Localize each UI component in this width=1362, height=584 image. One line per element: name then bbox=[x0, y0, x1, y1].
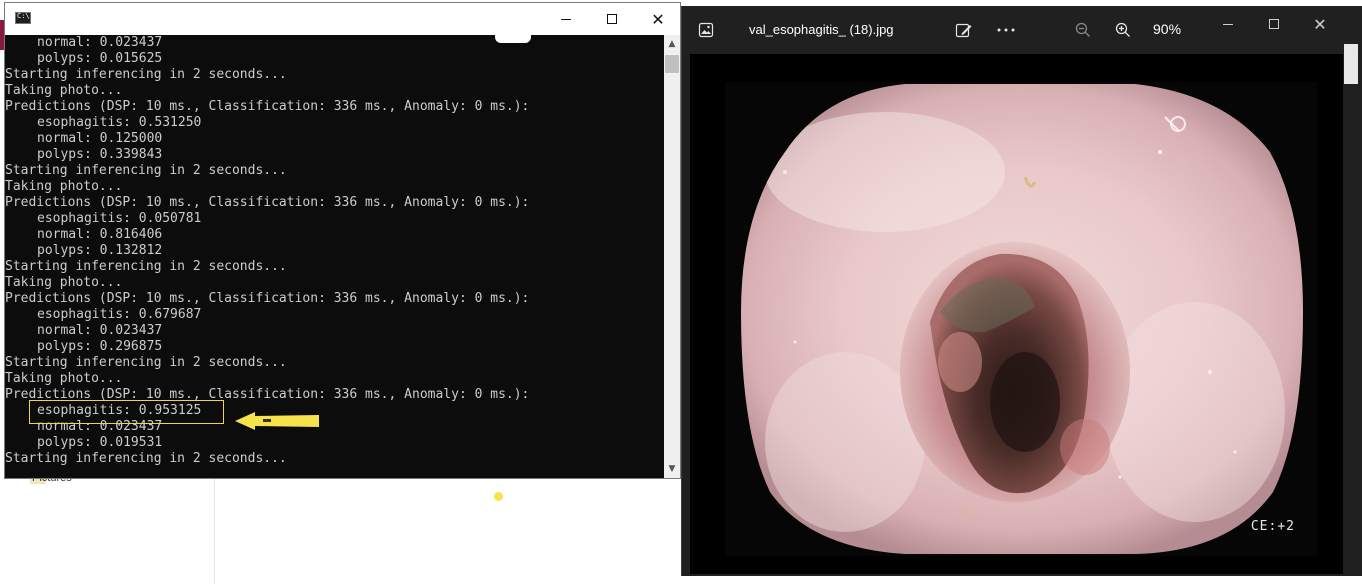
scroll-thumb[interactable] bbox=[665, 55, 679, 73]
image-icon bbox=[694, 18, 718, 42]
yellow-arrow-icon bbox=[235, 412, 319, 430]
console-scrollbar[interactable]: ▲ ▼ bbox=[664, 35, 680, 478]
console-line: Predictions (DSP: 10 ms., Classification… bbox=[5, 195, 530, 210]
console-line: esophagitis: 0.531250 bbox=[37, 115, 202, 130]
console-line: Starting inferencing in 2 seconds... bbox=[5, 163, 287, 178]
console-line: normal: 0.125000 bbox=[37, 131, 163, 146]
scroll-down-icon[interactable]: ▼ bbox=[664, 460, 680, 478]
endoscopy-image: CE:+2 bbox=[725, 82, 1317, 556]
photos-titlebar[interactable]: val_esophagitis_ (18).jpg 90% ✕ bbox=[682, 6, 1362, 54]
console-line: polyps: 0.019531 bbox=[37, 435, 163, 450]
zoom-level[interactable]: 90% bbox=[1153, 21, 1181, 37]
minimize-button[interactable] bbox=[543, 3, 589, 35]
minimize-icon bbox=[1223, 23, 1233, 25]
console-line: Predictions (DSP: 10 ms., Classification… bbox=[5, 99, 530, 114]
console-line: esophagitis: 0.050781 bbox=[37, 211, 202, 226]
console-line: esophagitis: 0.679687 bbox=[37, 307, 202, 322]
console-line: polyps: 0.296875 bbox=[37, 339, 163, 354]
yellow-dot bbox=[494, 492, 503, 501]
photos-window: val_esophagitis_ (18).jpg 90% ✕ CE:+2 bbox=[681, 6, 1362, 576]
photos-close-button[interactable]: ✕ bbox=[1297, 8, 1343, 40]
console-window: ✕ normal: 0.023437polyps: 0.015625Starti… bbox=[4, 2, 681, 479]
photos-maximize-button[interactable] bbox=[1251, 8, 1297, 40]
photos-minimize-button[interactable] bbox=[1205, 8, 1251, 40]
file-name: val_esophagitis_ (18).jpg bbox=[749, 22, 894, 37]
console-line: Taking photo... bbox=[5, 371, 123, 386]
console-line: normal: 0.023437 bbox=[37, 35, 163, 50]
zoom-in-icon[interactable] bbox=[1111, 18, 1135, 42]
console-line: normal: 0.023437 bbox=[37, 323, 163, 338]
highlight-box bbox=[29, 400, 224, 424]
maximize-button[interactable] bbox=[589, 3, 635, 35]
endoscopy-photo bbox=[725, 82, 1317, 556]
console-line: polyps: 0.015625 bbox=[37, 51, 163, 66]
scope-overlay-text: CE:+2 bbox=[1250, 519, 1295, 534]
console-line: polyps: 0.339843 bbox=[37, 147, 163, 162]
desktop-scrollbar[interactable] bbox=[1344, 44, 1358, 84]
scroll-up-icon[interactable]: ▲ bbox=[664, 35, 680, 53]
console-line: Starting inferencing in 2 seconds... bbox=[5, 355, 287, 370]
close-icon: ✕ bbox=[1313, 14, 1327, 34]
close-icon: ✕ bbox=[651, 9, 665, 29]
console-line: polyps: 0.132812 bbox=[37, 243, 163, 258]
console-line: Taking photo... bbox=[5, 83, 123, 98]
maximize-icon bbox=[1269, 19, 1279, 29]
minimize-icon bbox=[561, 18, 571, 20]
console-titlebar[interactable]: ✕ bbox=[5, 3, 681, 43]
photo-viewer[interactable]: CE:+2 bbox=[690, 54, 1343, 574]
console-line: normal: 0.816406 bbox=[37, 227, 163, 242]
close-button[interactable]: ✕ bbox=[635, 3, 681, 35]
more-options-icon[interactable] bbox=[994, 18, 1018, 42]
console-line: Starting inferencing in 2 seconds... bbox=[5, 451, 287, 466]
console-line: Starting inferencing in 2 seconds... bbox=[5, 67, 287, 82]
console-line: Starting inferencing in 2 seconds... bbox=[5, 259, 287, 274]
console-line: Taking photo... bbox=[5, 275, 123, 290]
maximize-icon bbox=[607, 14, 617, 24]
file-explorer-background bbox=[0, 470, 215, 584]
edit-image-icon[interactable] bbox=[952, 18, 976, 42]
console-line: Predictions (DSP: 10 ms., Classification… bbox=[5, 291, 530, 306]
zoom-out-icon[interactable] bbox=[1071, 18, 1095, 42]
console-line: Taking photo... bbox=[5, 179, 123, 194]
console-icon bbox=[15, 12, 31, 24]
